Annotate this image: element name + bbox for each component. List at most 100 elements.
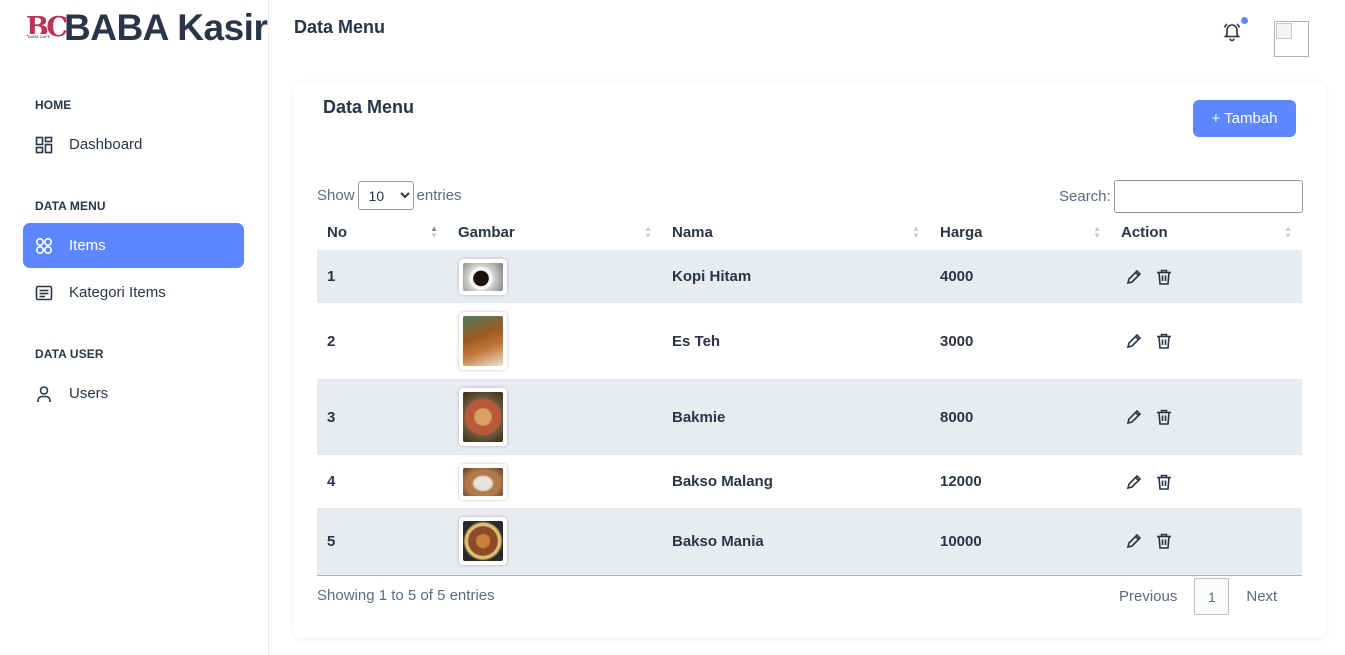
sort-icon: ▲ ▼ bbox=[1093, 224, 1101, 240]
menu-table: No ▲ ▼ Gambar ▲ ▼ Nama ▲ ▼ Harga ▲ ▼ Action ▲ ▼ 1 … bbox=[317, 214, 1302, 576]
edit-icon[interactable] bbox=[1125, 408, 1143, 426]
next-button[interactable]: Next bbox=[1246, 588, 1277, 605]
add-button[interactable]: + Tambah bbox=[1193, 100, 1296, 137]
data-menu-card: Data Menu + Tambah Show 10 entries Searc… bbox=[293, 82, 1326, 638]
cell-harga: 4000 bbox=[930, 250, 1111, 303]
search-input[interactable] bbox=[1113, 180, 1303, 213]
search-box: Search: bbox=[1059, 180, 1303, 213]
item-image bbox=[459, 517, 507, 566]
table-row: 5 Bakso Mania 10000 bbox=[317, 508, 1302, 576]
cell-harga: 3000 bbox=[940, 332, 974, 350]
search-label: Search: bbox=[1059, 188, 1111, 205]
table-row: 3 Bakmie 8000 bbox=[317, 379, 1302, 455]
page-title: Data Menu bbox=[294, 17, 386, 37]
entries-label: entries bbox=[416, 187, 462, 204]
avatar[interactable] bbox=[1274, 21, 1309, 57]
brand-logo: BC BABA CAFE bbox=[26, 14, 68, 42]
brand-logo-caption: BABA CAFE bbox=[28, 34, 51, 39]
nav-caption-data-menu: DATA MENU bbox=[35, 199, 106, 213]
edit-icon[interactable] bbox=[1125, 332, 1143, 350]
cell-no: 1 bbox=[317, 250, 448, 303]
cell-action bbox=[1111, 508, 1302, 576]
sort-icon: ▲ ▼ bbox=[912, 224, 920, 240]
sort-icon: ▲ ▼ bbox=[644, 224, 652, 240]
column-header-no[interactable]: No ▲ ▼ bbox=[317, 214, 448, 250]
cell-nama: Kopi Hitam bbox=[662, 250, 930, 303]
table-row: 1 Kopi Hitam 4000 bbox=[317, 250, 1302, 303]
cell-nama: Bakmie bbox=[662, 379, 930, 455]
cell-action bbox=[1111, 250, 1302, 303]
pagination: Previous 1 Next bbox=[1119, 578, 1277, 615]
nav-caption-data-user: DATA USER bbox=[35, 347, 104, 361]
sort-icon: ▲ ▼ bbox=[1284, 224, 1292, 240]
trash-icon[interactable] bbox=[1155, 408, 1173, 426]
entries-length: Show 10 entries bbox=[317, 181, 462, 210]
cell-gambar bbox=[448, 508, 662, 576]
table-info: Showing 1 to 5 of 5 entries bbox=[317, 587, 495, 604]
trash-icon[interactable] bbox=[1155, 532, 1173, 550]
column-label: Nama bbox=[672, 223, 713, 241]
cell-no: 5 bbox=[317, 508, 448, 576]
column-header-gambar[interactable]: Gambar ▲ ▼ bbox=[448, 214, 662, 250]
edit-icon[interactable] bbox=[1125, 473, 1143, 491]
column-label: No bbox=[327, 223, 347, 241]
list-icon bbox=[35, 284, 53, 302]
column-header-nama[interactable]: Nama ▲ ▼ bbox=[662, 214, 930, 250]
cell-gambar bbox=[448, 250, 662, 303]
cell-gambar bbox=[448, 455, 662, 508]
cell-harga: 8000 bbox=[930, 379, 1111, 455]
column-label: Action bbox=[1121, 223, 1168, 241]
table-header-row: No ▲ ▼ Gambar ▲ ▼ Nama ▲ ▼ Harga ▲ ▼ Action ▲ ▼ bbox=[317, 214, 1302, 250]
cell-no: 4 bbox=[327, 473, 336, 490]
sidebar-item-users[interactable]: Users bbox=[23, 371, 244, 416]
bell-icon[interactable] bbox=[1221, 20, 1243, 42]
card-title: Data Menu bbox=[323, 97, 415, 117]
sidebar-item-label: Kategori Items bbox=[69, 284, 166, 301]
edit-icon[interactable] bbox=[1125, 532, 1143, 550]
table-row: 4 Bakso Malang 12000 bbox=[317, 455, 1302, 508]
cell-gambar bbox=[448, 303, 662, 379]
trash-icon[interactable] bbox=[1155, 473, 1173, 491]
entries-select[interactable]: 10 bbox=[357, 181, 414, 210]
user-icon bbox=[35, 385, 53, 403]
cell-action bbox=[1111, 379, 1302, 455]
sidebar: BC BABA CAFE BABA Kasir HOME Dashboard D… bbox=[0, 0, 269, 655]
sort-asc-icon: ▲ ▼ bbox=[430, 224, 438, 240]
brand[interactable]: BC BABA CAFE BABA Kasir bbox=[26, 7, 268, 48]
cell-nama: Bakso Malang bbox=[672, 473, 773, 490]
column-label: Harga bbox=[940, 223, 983, 241]
cell-action bbox=[1111, 455, 1302, 508]
edit-icon[interactable] bbox=[1125, 268, 1143, 286]
sidebar-item-kategori-items[interactable]: Kategori Items bbox=[23, 270, 244, 315]
sidebar-item-label: Items bbox=[69, 237, 106, 254]
cell-no: 3 bbox=[317, 379, 448, 455]
dashboard-icon bbox=[35, 136, 53, 154]
column-label: Gambar bbox=[458, 223, 515, 241]
column-header-harga[interactable]: Harga ▲ ▼ bbox=[930, 214, 1111, 250]
column-header-action[interactable]: Action ▲ ▼ bbox=[1111, 214, 1302, 250]
item-image bbox=[459, 463, 507, 500]
table-row: 2 Es Teh 3000 bbox=[317, 303, 1302, 379]
item-image bbox=[459, 312, 507, 370]
sidebar-item-dashboard[interactable]: Dashboard bbox=[23, 122, 244, 167]
sidebar-item-label: Users bbox=[69, 385, 109, 402]
notification-dot bbox=[1241, 17, 1248, 24]
item-image bbox=[459, 388, 507, 446]
sidebar-item-label: Dashboard bbox=[69, 136, 143, 153]
cell-no: 2 bbox=[327, 332, 336, 350]
cell-nama: Es Teh bbox=[672, 332, 721, 350]
brand-name: BABA Kasir bbox=[64, 7, 268, 48]
page-1-button[interactable]: 1 bbox=[1194, 578, 1230, 615]
cell-harga: 12000 bbox=[940, 473, 982, 490]
trash-icon[interactable] bbox=[1155, 268, 1173, 286]
previous-button[interactable]: Previous bbox=[1119, 588, 1177, 605]
cell-nama: Bakso Mania bbox=[662, 508, 930, 576]
cell-harga: 10000 bbox=[930, 508, 1111, 576]
items-icon bbox=[35, 237, 53, 255]
trash-icon[interactable] bbox=[1155, 332, 1173, 350]
nav-caption-home: HOME bbox=[35, 98, 72, 112]
item-image bbox=[459, 258, 507, 295]
cell-action bbox=[1111, 303, 1302, 379]
cell-gambar bbox=[448, 379, 662, 455]
sidebar-item-items[interactable]: Items bbox=[23, 223, 244, 268]
